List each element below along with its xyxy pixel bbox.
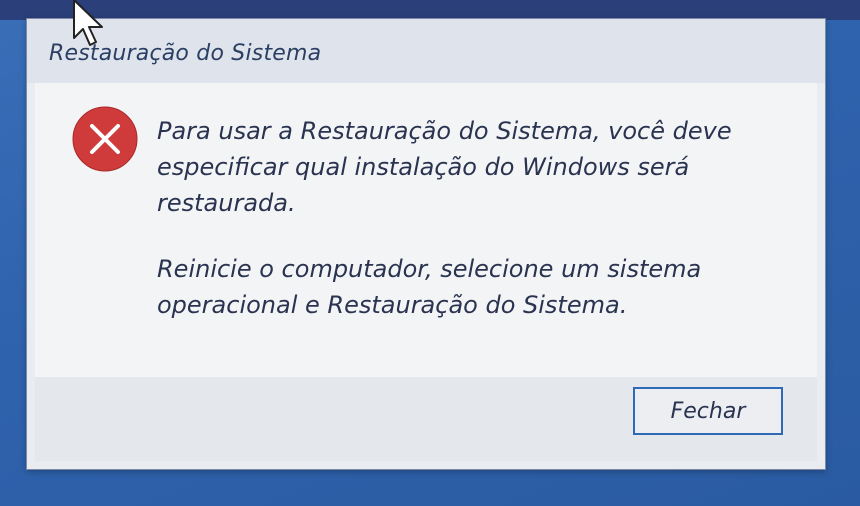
error-icon	[71, 105, 139, 173]
error-message: Para usar a Restauração do Sistema, você…	[157, 113, 777, 323]
desktop-background	[0, 0, 860, 20]
dialog-content: Para usar a Restauração do Sistema, você…	[35, 83, 817, 377]
message-paragraph-1: Para usar a Restauração do Sistema, você…	[157, 117, 732, 217]
dialog-title-bar: Restauração do Sistema	[27, 19, 825, 83]
mouse-cursor-icon	[70, 0, 110, 50]
system-restore-dialog: Restauração do Sistema Para usar a Resta…	[26, 18, 826, 470]
dialog-footer: Fechar	[35, 377, 817, 461]
close-button[interactable]: Fechar	[633, 387, 783, 435]
message-paragraph-2: Reinicie o computador, selecione um sist…	[157, 255, 702, 319]
